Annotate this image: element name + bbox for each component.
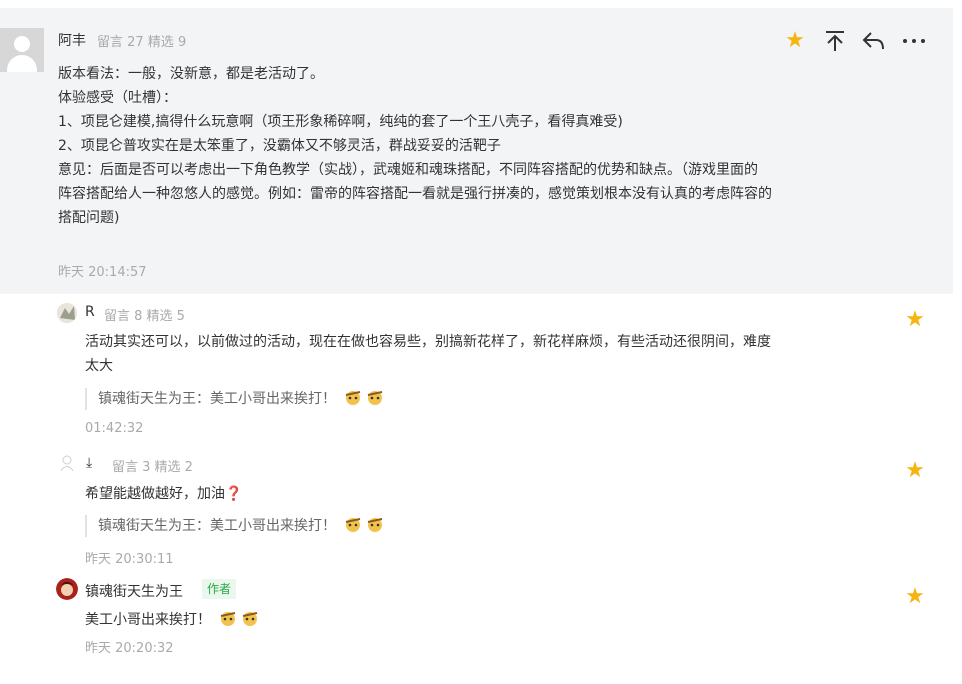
author-badge: 作者 <box>202 579 237 599</box>
comment-line: 意见：后面是否可以考虑出一下角色教学（实战），武魂姬和魂珠搭配，不同阵容搭配的优… <box>58 162 758 178</box>
reply-author[interactable]: 镇魂街天生为王 <box>85 581 183 601</box>
quote: 镇魂街天生为王：美工小哥出来挨打！ <box>85 388 384 410</box>
reply-text: 美工小哥出来挨打！ <box>85 608 855 632</box>
author-stats: 留言 8 精选 5 <box>104 309 185 324</box>
comment-author[interactable]: 阿丰 <box>58 30 86 50</box>
avatar[interactable] <box>0 28 44 72</box>
more-icon[interactable] <box>902 30 926 52</box>
reply-line: 美工小哥出来挨打！ <box>85 612 211 628</box>
avatar[interactable] <box>56 578 78 600</box>
quote-text: 镇魂街天生为王：美工小哥出来挨打！ <box>98 518 336 534</box>
reply-author[interactable]: ⤓ <box>86 455 92 471</box>
pin-top-icon[interactable] <box>823 30 847 52</box>
quote: 镇魂街天生为王：美工小哥出来挨打！ <box>85 515 384 537</box>
reply-time: 昨天 20:30:11 <box>85 552 174 567</box>
reply-time: 昨天 20:20:32 <box>85 641 174 656</box>
star-icon[interactable]: ★ <box>783 30 807 52</box>
comment-line: 版本看法：一般，没新意，都是老活动了。 <box>58 66 324 82</box>
reply-icon[interactable] <box>862 30 886 52</box>
avatar[interactable] <box>57 453 77 473</box>
beaten-face-icon <box>344 516 362 532</box>
comment-text: 版本看法：一般，没新意，都是老活动了。 体验感受（吐槽）： 1、项昆仑建模,搞得… <box>58 62 858 230</box>
reply-line: 活动其实还可以，以前做过的活动，现在在做也容易些，别搞新花样了，新花样麻烦，有些… <box>85 334 771 350</box>
author-stats: 留言 27 精选 9 <box>97 35 187 50</box>
star-icon[interactable]: ★ <box>903 460 927 482</box>
quote-text: 镇魂街天生为王：美工小哥出来挨打！ <box>98 391 336 407</box>
question-mark-icon: ❓ <box>225 486 243 502</box>
reply-text: 活动其实还可以，以前做过的活动，现在在做也容易些，别搞新花样了，新花样麻烦，有些… <box>85 330 855 378</box>
reply-time: 01:42:32 <box>85 421 144 436</box>
beaten-face-icon <box>344 389 362 405</box>
comment-line: 2、项昆仑普攻实在是太笨重了，没霸体又不够灵活，群战妥妥的活靶子 <box>58 138 501 154</box>
comment-line: 体验感受（吐槽）： <box>58 90 177 106</box>
star-icon[interactable]: ★ <box>903 309 927 331</box>
beaten-face-icon <box>366 516 384 532</box>
reply-line: 太大 <box>85 358 113 374</box>
reply-author[interactable]: R <box>85 304 95 320</box>
beaten-face-icon <box>219 610 237 626</box>
reply-text: 希望能越做越好，加油❓ <box>85 482 855 506</box>
reply-line: 希望能越做越好，加油 <box>85 486 225 502</box>
comment-time: 昨天 20:14:57 <box>58 265 147 280</box>
author-stats: 留言 3 精选 2 <box>112 460 193 475</box>
star-icon[interactable]: ★ <box>903 586 927 608</box>
avatar[interactable] <box>57 303 77 323</box>
comment-line: 阵容搭配给人一种忽悠人的感觉。例如：雷帝的阵容搭配一看就是强行拼凑的，感觉策划根… <box>58 186 772 202</box>
beaten-face-icon <box>241 610 259 626</box>
comment-line: 搭配问题) <box>58 210 120 226</box>
comment-line: 1、项昆仑建模,搞得什么玩意啊（项王形象稀碎啊，纯纯的套了一个王八壳子，看得真难… <box>58 114 623 130</box>
beaten-face-icon <box>366 389 384 405</box>
